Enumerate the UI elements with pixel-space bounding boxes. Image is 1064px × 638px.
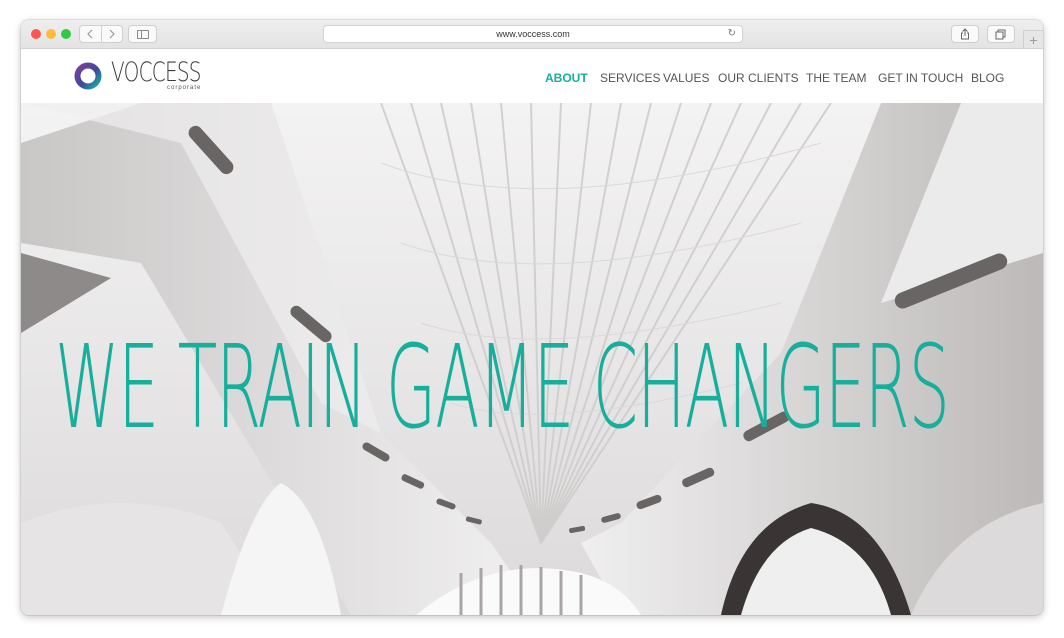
plus-icon: +: [1029, 31, 1038, 48]
browser-toolbar: www.voccess.com ↻ +: [21, 20, 1043, 49]
new-tab-button[interactable]: +: [1023, 30, 1043, 48]
chevron-right-icon: [109, 29, 115, 39]
hero-headline: WE TRAIN GAME CHANGERS: [55, 321, 950, 455]
browser-window: www.voccess.com ↻ + VOCCESS corporate AB…: [21, 20, 1043, 615]
brand-tagline: corporate: [167, 85, 202, 91]
nav-item-blog[interactable]: BLOG: [971, 71, 1004, 85]
forward-button[interactable]: [100, 26, 123, 42]
zoom-window-button[interactable]: [61, 29, 71, 39]
tabs-overview-button[interactable]: [987, 25, 1015, 43]
url-text: www.voccess.com: [496, 29, 570, 39]
nav-item-the-team[interactable]: THE TEAM: [806, 71, 866, 85]
address-bar[interactable]: www.voccess.com ↻: [323, 25, 743, 43]
brand-name: VOCCESS: [111, 57, 202, 88]
share-icon: [961, 28, 969, 40]
history-buttons: [79, 25, 123, 43]
hero-section: WE TRAIN GAME CHANGERS: [21, 103, 1043, 615]
reload-icon[interactable]: ↻: [728, 28, 736, 39]
back-button[interactable]: [80, 26, 101, 42]
tabs-icon: [995, 29, 1006, 39]
nav-item-services[interactable]: SERVICES: [600, 71, 660, 85]
nav-item-get-in-touch[interactable]: GET IN TOUCH: [878, 71, 963, 85]
close-window-button[interactable]: [31, 29, 41, 39]
site-header: VOCCESS corporate ABOUT SERVICES VALUES …: [21, 49, 1043, 103]
sidebar-toggle-button[interactable]: [128, 25, 157, 43]
minimize-window-button[interactable]: [46, 29, 56, 39]
nav-item-about[interactable]: ABOUT: [545, 71, 588, 85]
share-button[interactable]: [951, 25, 979, 43]
chevron-left-icon: [87, 29, 93, 39]
nav-item-values[interactable]: VALUES: [663, 71, 709, 85]
nav-item-our-clients[interactable]: OUR CLIENTS: [718, 71, 799, 85]
sidebar-icon: [136, 29, 149, 39]
logo-ring-icon: [74, 62, 102, 90]
